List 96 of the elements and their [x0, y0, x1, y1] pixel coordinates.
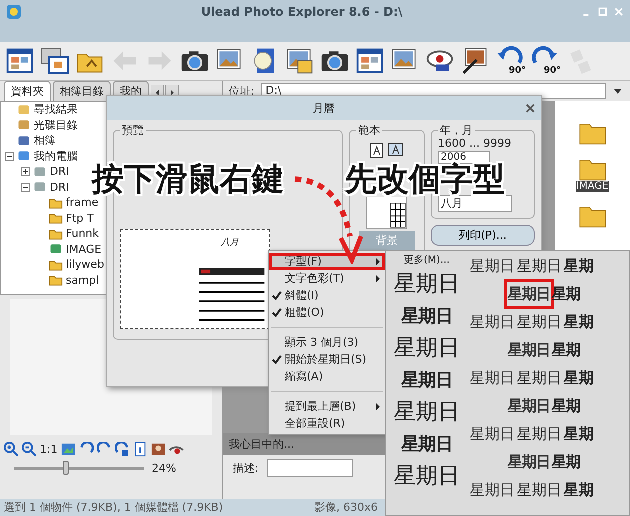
- folder-icon: [49, 273, 63, 288]
- font-sample[interactable]: 星期日: [470, 255, 515, 277]
- template-thumbnail[interactable]: [366, 197, 408, 229]
- tree-item[interactable]: lilyweb: [66, 258, 104, 272]
- menu-item[interactable]: 更多(M)...: [404, 253, 450, 267]
- landscape-page-icon[interactable]: [388, 143, 404, 157]
- font-sample[interactable]: 星期日: [394, 271, 460, 299]
- windows-icon[interactable]: [40, 46, 70, 76]
- font-sample[interactable]: 星期日: [402, 431, 452, 459]
- tree-item[interactable]: DRI: [50, 165, 70, 178]
- tab[interactable]: 相簿目錄: [53, 81, 111, 101]
- close-icon[interactable]: [526, 104, 535, 112]
- font-sample[interactable]: 星期日: [517, 311, 562, 333]
- file-label[interactable]: IMAGE: [576, 181, 609, 192]
- tree-item[interactable]: frame: [66, 196, 99, 210]
- annotation-text: 按下滑鼠右鍵: [92, 163, 284, 195]
- list-icon[interactable]: [355, 46, 385, 76]
- expander-icon[interactable]: [21, 182, 30, 192]
- font-sample[interactable]: 星期日: [470, 367, 515, 389]
- image-caption: 我心目中的...: [229, 436, 294, 452]
- font-sample[interactable]: 星期日: [470, 311, 515, 333]
- group-label: 年，月: [438, 123, 475, 138]
- menu-item[interactable]: 顯示 3 個月(3): [269, 334, 385, 351]
- folder-icon[interactable]: [578, 204, 606, 228]
- slider-thumb[interactable]: [63, 461, 69, 475]
- description-field[interactable]: [266, 459, 353, 477]
- font-sample[interactable]: 星期日: [394, 463, 460, 491]
- menu-item[interactable]: 字型(F): [269, 253, 385, 270]
- font-sample[interactable]: 星期日: [402, 303, 452, 331]
- font-sample[interactable]: 星期: [564, 367, 594, 389]
- menu-item[interactable]: 斜體(I): [269, 287, 385, 304]
- window-icon[interactable]: [5, 46, 35, 76]
- annotation-text: 先改個字型: [345, 163, 505, 195]
- tree-item[interactable]: 光碟目錄: [34, 118, 78, 133]
- zoom-percent: 24%: [152, 462, 176, 474]
- font-sample[interactable]: 星期日: [394, 335, 460, 363]
- rotate-degree-label: 90°: [544, 66, 561, 76]
- font-sample[interactable]: 星期日: [517, 367, 562, 389]
- year-range: 1600 ... 9999: [438, 137, 512, 150]
- dialog-title: 月曆: [313, 100, 335, 116]
- portrait-icon[interactable]: [150, 442, 166, 456]
- menu-item[interactable]: 粗體(O): [269, 304, 385, 321]
- expander-icon[interactable]: [21, 167, 30, 176]
- menu-item[interactable]: 全部重設(R): [269, 415, 385, 432]
- font-sample[interactable]: 星期日: [394, 399, 460, 427]
- tree-item[interactable]: 相簿: [34, 133, 56, 148]
- group-label: 範本: [356, 123, 382, 138]
- font-sample[interactable]: 星期: [564, 311, 594, 333]
- font-sample[interactable]: 星期日: [517, 423, 562, 445]
- font-sample[interactable]: 星期日: [508, 339, 550, 361]
- status-text: 選到 1 個物件 (7.9KB), 1 個媒體檔 (7.9KB): [4, 500, 224, 515]
- font-sample[interactable]: 星期: [552, 451, 580, 473]
- calendar-grid-drawing: [199, 268, 265, 324]
- info-icon[interactable]: [132, 442, 148, 456]
- tree-item[interactable]: 尋找結果: [34, 102, 78, 118]
- menu-item[interactable]: 縮寫(A): [269, 368, 385, 385]
- font-sample[interactable]: 星期日: [508, 451, 550, 473]
- rotate-degree-label: 90°: [508, 66, 526, 76]
- portrait-page-icon[interactable]: [370, 143, 384, 159]
- tab[interactable]: 資料夾: [4, 81, 51, 101]
- expander-icon[interactable]: [5, 152, 14, 161]
- tree-item[interactable]: Ftp T: [66, 212, 94, 225]
- zoom-in-icon[interactable]: [4, 442, 19, 456]
- print-button[interactable]: 列印(P)...: [431, 225, 535, 246]
- zoom-out-icon[interactable]: [22, 442, 37, 456]
- font-sample[interactable]: 星期: [564, 255, 594, 277]
- menu-item[interactable]: 文字色彩(T): [269, 270, 385, 287]
- tree-item[interactable]: sampl: [66, 274, 100, 287]
- window-title: Ulead Photo Explorer 8.6 - D:\: [200, 5, 404, 19]
- calendar-month-label: 八月: [221, 236, 239, 249]
- tree-item[interactable]: Funnk: [66, 227, 100, 240]
- fit-window-icon[interactable]: [60, 442, 76, 456]
- description-label: 描述:: [233, 460, 259, 476]
- actual-size-button[interactable]: 1:1: [40, 442, 58, 456]
- app-icon: [6, 4, 22, 20]
- folder-icon[interactable]: [578, 157, 606, 181]
- folder-icon: [49, 211, 63, 226]
- font-sample[interactable]: 星期: [564, 423, 594, 445]
- font-sample[interactable]: 星期日: [470, 479, 515, 501]
- tree-item[interactable]: IMAGE: [66, 242, 102, 256]
- font-sample[interactable]: 星期日: [470, 423, 515, 445]
- tree-item[interactable]: 我的電腦: [34, 148, 78, 164]
- month-dropdown[interactable]: 八月: [438, 195, 512, 212]
- menu-item[interactable]: 開始於星期日(S): [269, 351, 385, 368]
- status-image-info: 影像, 630x6: [314, 500, 378, 515]
- font-sample[interactable]: 星期日: [517, 479, 562, 501]
- font-sample[interactable]: 星期日: [517, 255, 562, 277]
- font-sample[interactable]: 星期日: [508, 395, 550, 417]
- tree-item[interactable]: DRI: [50, 180, 70, 194]
- group-label: 預覽: [120, 123, 146, 138]
- font-sample[interactable]: 星期日: [402, 367, 452, 395]
- folder-icon[interactable]: [578, 121, 606, 145]
- font-sample[interactable]: 星期: [564, 479, 594, 501]
- menu-item[interactable]: 提到最上層(B): [269, 398, 385, 415]
- font-sample[interactable]: 星期: [552, 395, 580, 417]
- font-sample[interactable]: 星期: [552, 339, 580, 361]
